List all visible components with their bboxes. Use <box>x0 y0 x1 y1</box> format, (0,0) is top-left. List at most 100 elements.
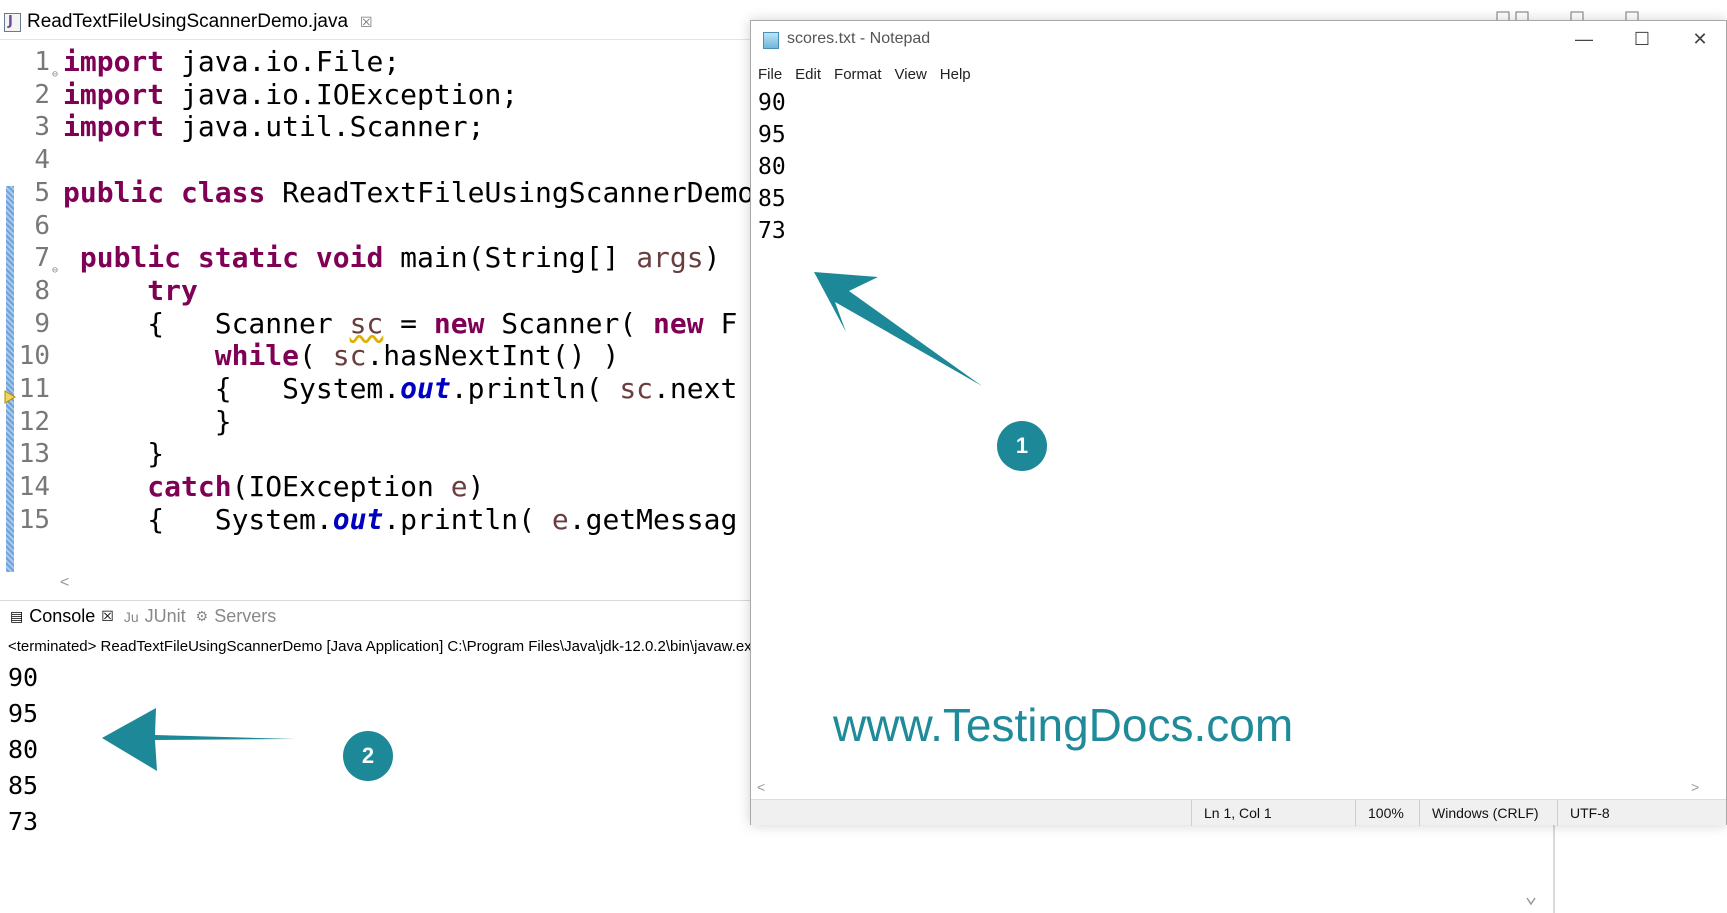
code-text: while( sc.hasNextInt() ) <box>63 338 620 374</box>
change-ruler <box>6 186 14 572</box>
keyword-token: import <box>63 45 165 78</box>
code-token: args <box>636 241 704 275</box>
notepad-title: scores.txt - Notepad <box>787 30 931 47</box>
editor-horizontal-scrollbar[interactable]: < <box>60 574 752 594</box>
code-token: main(String[] <box>383 241 637 275</box>
code-token: out <box>400 372 451 405</box>
tab-junit[interactable]: Ju JUnit <box>124 606 186 627</box>
code-token: sc <box>349 306 384 340</box>
notepad-title-bar[interactable]: scores.txt - Notepad — ☐ ✕ <box>751 21 1726 59</box>
editor-tab-label: ReadTextFileUsingScannerDemo.java <box>27 11 349 32</box>
code-text: public class ReadTextFileUsingScannerDem… <box>63 175 752 211</box>
scroll-left-icon[interactable]: < <box>60 574 69 591</box>
tab-console-label: Console <box>29 606 96 626</box>
warning-icon <box>4 390 16 404</box>
code-text: import java.io.IOException; <box>63 77 518 113</box>
close-button[interactable]: ✕ <box>1671 21 1727 57</box>
code-text: import java.util.Scanner; <box>63 109 484 145</box>
code-token: .println( <box>383 502 552 536</box>
scroll-right-icon[interactable]: > <box>1691 779 1699 795</box>
code-token: } <box>63 437 165 471</box>
code-token: java.util.Scanner; <box>164 110 485 144</box>
code-token: e <box>551 502 569 536</box>
code-token: java.io.IOException; <box>164 77 519 111</box>
tab-junit-label: JUnit <box>144 606 186 626</box>
menu-file[interactable]: File <box>758 66 782 83</box>
minimize-button[interactable]: — <box>1555 21 1613 57</box>
cursor-position: Ln 1, Col 1 <box>1191 800 1355 826</box>
encoding: UTF-8 <box>1557 800 1727 826</box>
code-editor: ReadTextFileUsingScannerDemo.java ☒ 1⊖im… <box>0 0 752 596</box>
keyword-token: new <box>433 306 485 340</box>
tab-servers-label: Servers <box>214 606 277 626</box>
console-output-line: 90 <box>8 663 39 692</box>
keyword-token: public <box>79 241 182 275</box>
close-icon[interactable]: ☒ <box>360 14 373 31</box>
servers-icon: ⚙ <box>195 608 209 624</box>
keyword-token: import <box>63 110 165 144</box>
line-number: 4 <box>34 145 50 176</box>
line-number: 5 <box>34 177 50 208</box>
console-output[interactable]: 90 95 80 85 73 <box>8 660 38 840</box>
maximize-button[interactable]: ☐ <box>1613 21 1671 57</box>
code-token: F <box>703 306 738 340</box>
tab-console[interactable]: ▤ Console ☒ <box>10 606 114 627</box>
callout-badge-1: 1 <box>997 421 1047 471</box>
scroll-left-icon[interactable]: < <box>757 779 765 795</box>
keyword-token: catch <box>147 470 232 504</box>
fold-icon[interactable]: ⊖ <box>52 57 58 93</box>
code-token: { System. <box>63 502 333 536</box>
code-text: catch(IOException e) <box>63 469 484 505</box>
java-file-icon <box>4 12 21 32</box>
menu-view[interactable]: View <box>895 66 927 83</box>
close-icon[interactable]: ☒ <box>101 608 114 625</box>
line-number: 6 <box>34 210 50 241</box>
code-token: { Scanner <box>63 306 350 340</box>
console-output-line: 80 <box>8 735 39 764</box>
line-number: 11 <box>18 374 50 404</box>
menu-edit[interactable]: Edit <box>795 66 821 83</box>
callout-badge-2: 2 <box>343 731 393 781</box>
code-text: import java.io.File; <box>63 44 400 80</box>
junit-icon: Ju <box>123 608 139 625</box>
editor-tab-bar: ReadTextFileUsingScannerDemo.java ☒ <box>0 0 752 40</box>
menu-format[interactable]: Format <box>834 66 882 83</box>
code-text: } <box>63 404 232 440</box>
code-token: sc <box>619 372 654 405</box>
tab-servers[interactable]: ⚙ Servers <box>196 606 277 627</box>
text-line: 90 <box>758 90 786 116</box>
code-token: } <box>63 404 232 438</box>
menu-help[interactable]: Help <box>940 66 971 83</box>
code-text: { Scanner sc = new Scanner( new F <box>63 306 737 342</box>
code-token: out <box>332 502 384 536</box>
line-number: 14 <box>18 472 50 503</box>
console-tab-bar: ▤ Console ☒ Ju JUnit ⚙ Servers <box>0 600 752 632</box>
keyword-token: import <box>63 77 165 111</box>
line-number: 8 <box>34 275 50 306</box>
console-output-line: 73 <box>8 807 39 836</box>
notepad-icon <box>763 32 779 49</box>
code-text: public static void main(String[] args) <box>63 240 721 276</box>
code-text: { System.out.println( sc.next <box>63 371 738 407</box>
code-token: java.io.File; <box>164 45 401 78</box>
keyword-token: try <box>147 273 198 307</box>
notepad-horizontal-scrollbar[interactable]: < > <box>751 777 1711 799</box>
line-number: 12 <box>18 406 50 437</box>
line-number: 10 <box>18 341 50 372</box>
code-token: .println( <box>450 372 620 405</box>
code-text: } <box>63 436 164 472</box>
code-token: .hasNextInt() ) <box>366 339 620 373</box>
line-number: 13 <box>18 439 50 470</box>
editor-tab[interactable]: ReadTextFileUsingScannerDemo.java ☒ <box>4 6 373 38</box>
notepad-text-area[interactable]: 90 95 80 85 73 <box>758 87 786 247</box>
fold-icon[interactable]: ⊖ <box>52 253 58 289</box>
keyword-token: while <box>214 339 300 373</box>
code-token: ) <box>703 241 721 275</box>
code-area[interactable]: 1 ⊖ import java.io.File; 2 import java.io.IO… <box>0 44 752 572</box>
code-text: try <box>63 273 198 309</box>
console-status-line: <terminated> ReadTextFileUsingScannerDem… <box>8 638 752 655</box>
